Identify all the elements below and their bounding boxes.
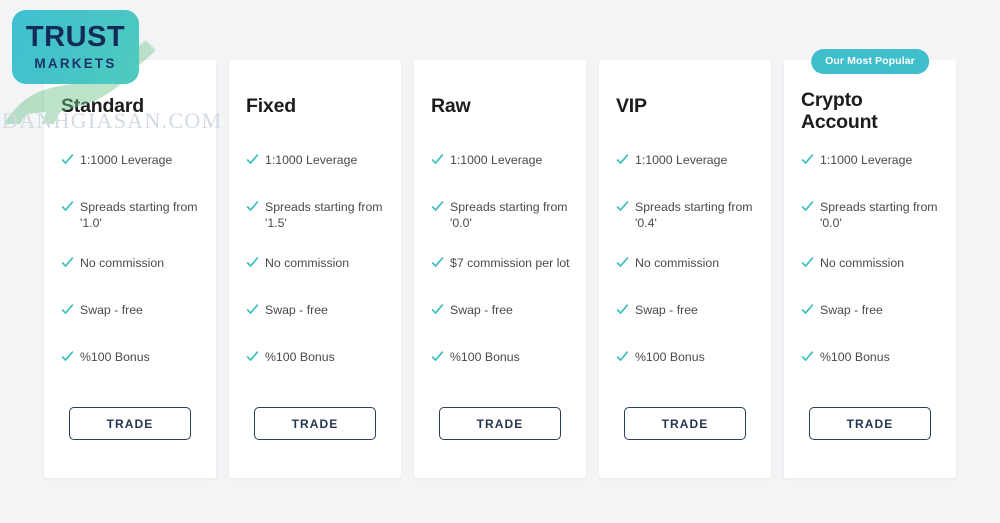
plan-feature-item: Swap - free — [431, 302, 573, 349]
plan-card: Raw 1:1000 Leverage Spreads starting from … — [414, 60, 586, 478]
plan-feature-item: %100 Bonus — [61, 349, 203, 396]
check-icon — [246, 350, 259, 363]
trade-button[interactable]: TRADE — [254, 407, 376, 440]
plan-feature-item: %100 Bonus — [431, 349, 573, 396]
plan-feature-item: Spreads starting from '0.4' — [616, 199, 758, 255]
plan-feature-text: No commission — [635, 256, 720, 270]
plan-feature-text: No commission — [820, 256, 905, 270]
plan-feature-text: 1:1000 Leverage — [450, 153, 543, 167]
plan-feature-item: Swap - free — [246, 302, 388, 349]
plan-feature-text: Spreads starting from '0.0' — [450, 200, 568, 231]
check-icon — [246, 303, 259, 316]
plan-feature-item: No commission — [61, 255, 203, 302]
plan-feature-text: Swap - free — [450, 303, 513, 317]
check-icon — [246, 256, 259, 269]
plan-title: VIP — [616, 95, 647, 117]
plan-feature-text: %100 Bonus — [635, 350, 705, 364]
check-icon — [431, 200, 444, 213]
plan-card: VIP 1:1000 Leverage Spreads starting from … — [599, 60, 771, 478]
plan-feature-list: 1:1000 Leverage Spreads starting from '1.… — [61, 152, 203, 396]
plan-title: Raw — [431, 95, 471, 117]
plan-feature-text: Spreads starting from '1.5' — [265, 200, 383, 231]
check-icon — [246, 153, 259, 166]
plan-feature-list: 1:1000 Leverage Spreads starting from '1.… — [246, 152, 388, 396]
plan-card: Standard 1:1000 Leverage Spreads starting … — [44, 60, 216, 478]
trade-button[interactable]: TRADE — [69, 407, 191, 440]
check-icon — [246, 200, 259, 213]
plan-feature-item: Spreads starting from '0.0' — [431, 199, 573, 255]
plan-feature-text: Spreads starting from '1.0' — [80, 200, 198, 231]
plan-feature-item: 1:1000 Leverage — [431, 152, 573, 199]
trade-button[interactable]: TRADE — [624, 407, 746, 440]
plan-feature-item: No commission — [246, 255, 388, 302]
plan-feature-list: 1:1000 Leverage Spreads starting from '0.… — [431, 152, 573, 396]
logo-wordmark: TRUST — [25, 21, 126, 54]
plan-feature-list: 1:1000 Leverage Spreads starting from '0.… — [801, 152, 943, 396]
check-icon — [61, 256, 74, 269]
plan-feature-text: No commission — [80, 256, 165, 270]
plan-title: Crypto Account — [801, 89, 878, 134]
plan-feature-text: 1:1000 Leverage — [635, 153, 728, 167]
plan-feature-list: 1:1000 Leverage Spreads starting from '0.… — [616, 152, 758, 396]
plan-feature-item: $7 commission per lot — [431, 255, 573, 302]
check-icon — [616, 153, 629, 166]
plan-title: Fixed — [246, 95, 296, 117]
check-icon — [616, 303, 629, 316]
plan-feature-text: Spreads starting from '0.4' — [635, 200, 753, 231]
pricing-plans-row: Standard 1:1000 Leverage Spreads starting … — [44, 49, 956, 478]
trade-button[interactable]: TRADE — [439, 407, 561, 440]
plan-feature-text: Swap - free — [80, 303, 143, 317]
check-icon — [431, 303, 444, 316]
plan-feature-text: 1:1000 Leverage — [80, 153, 173, 167]
check-icon — [431, 256, 444, 269]
check-icon — [616, 350, 629, 363]
most-popular-badge: Our Most Popular — [811, 49, 929, 74]
check-icon — [61, 200, 74, 213]
plan-feature-text: 1:1000 Leverage — [265, 153, 358, 167]
plan-feature-text: Swap - free — [820, 303, 883, 317]
plan-feature-item: 1:1000 Leverage — [61, 152, 203, 199]
check-icon — [801, 256, 814, 269]
plan-feature-text: %100 Bonus — [80, 350, 150, 364]
check-icon — [61, 303, 74, 316]
plan-feature-text: $7 commission per lot — [450, 256, 570, 270]
plan-feature-text: %100 Bonus — [820, 350, 890, 364]
check-icon — [431, 153, 444, 166]
plan-feature-item: 1:1000 Leverage — [246, 152, 388, 199]
plan-feature-text: 1:1000 Leverage — [820, 153, 913, 167]
plan-feature-item: Spreads starting from '1.5' — [246, 199, 388, 255]
plan-feature-item: 1:1000 Leverage — [801, 152, 943, 199]
plan-feature-item: No commission — [616, 255, 758, 302]
check-icon — [616, 200, 629, 213]
plan-feature-item: 1:1000 Leverage — [616, 152, 758, 199]
plan-feature-item: Swap - free — [61, 302, 203, 349]
check-icon — [801, 200, 814, 213]
plan-feature-text: Spreads starting from '0.0' — [820, 200, 938, 231]
plan-feature-item: %100 Bonus — [246, 349, 388, 396]
plan-feature-text: %100 Bonus — [265, 350, 335, 364]
check-icon — [801, 350, 814, 363]
plan-feature-item: Swap - free — [801, 302, 943, 349]
check-icon — [61, 153, 74, 166]
plan-feature-item: Spreads starting from '0.0' — [801, 199, 943, 255]
plan-card: Our Most Popular Crypto Account 1:1000 Lev… — [784, 49, 956, 478]
check-icon — [801, 303, 814, 316]
plan-feature-text: %100 Bonus — [450, 350, 520, 364]
check-icon — [61, 350, 74, 363]
plan-feature-item: Swap - free — [616, 302, 758, 349]
plan-title: Standard — [61, 95, 144, 117]
plan-feature-item: %100 Bonus — [801, 349, 943, 396]
plan-feature-text: Swap - free — [265, 303, 328, 317]
check-icon — [431, 350, 444, 363]
check-icon — [616, 256, 629, 269]
plan-feature-item: No commission — [801, 255, 943, 302]
plan-feature-text: Swap - free — [635, 303, 698, 317]
plan-feature-item: %100 Bonus — [616, 349, 758, 396]
trade-button[interactable]: TRADE — [809, 407, 931, 440]
plan-feature-item: Spreads starting from '1.0' — [61, 199, 203, 255]
check-icon — [801, 153, 814, 166]
plan-card: Fixed 1:1000 Leverage Spreads starting fro… — [229, 60, 401, 478]
plan-feature-text: No commission — [265, 256, 350, 270]
